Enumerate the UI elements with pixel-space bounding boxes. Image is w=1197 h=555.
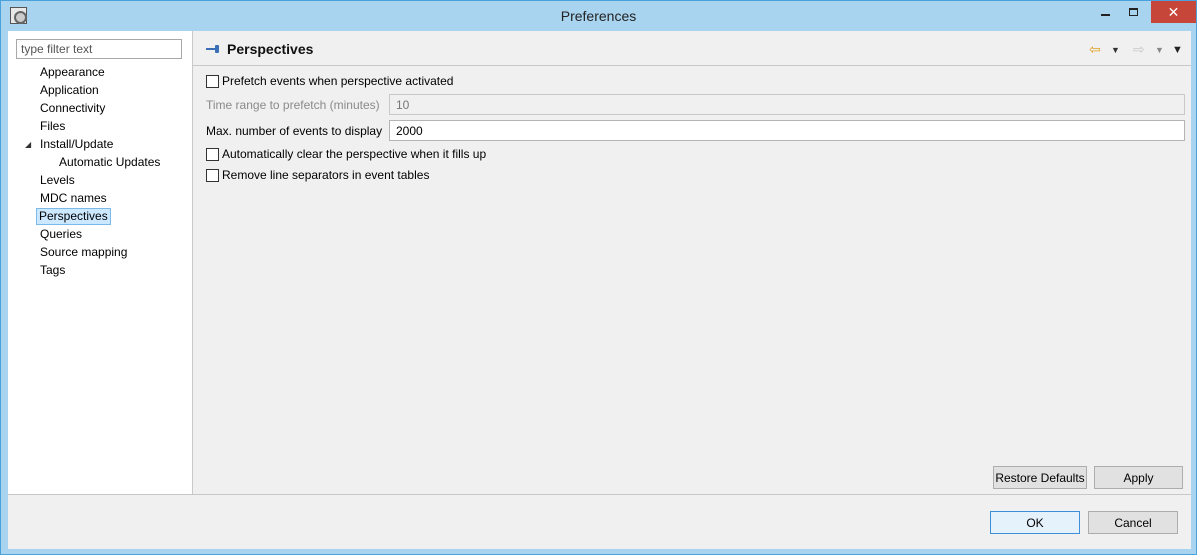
tree-item-install-update[interactable]: Install/Update xyxy=(38,136,115,153)
tree-item-tags[interactable]: Tags xyxy=(38,262,67,279)
title-bar[interactable]: Preferences ✕ xyxy=(1,1,1196,31)
dialog-client-area: Appearance Application Connectivity File… xyxy=(8,31,1191,549)
tree-item-automatic-updates[interactable]: Automatic Updates xyxy=(57,154,162,171)
preference-page: Perspectives ⇦ ▼ ⇨ ▼ ▼ Prefetch events w… xyxy=(193,31,1191,495)
window-title: Preferences xyxy=(560,8,637,24)
tree-item-queries[interactable]: Queries xyxy=(38,226,84,243)
auto-clear-label: Automatically clear the perspective when… xyxy=(222,147,487,161)
ok-button[interactable]: OK xyxy=(990,511,1080,534)
minimize-icon xyxy=(1100,14,1110,16)
page-header: Perspectives ⇦ ▼ ⇨ ▼ ▼ xyxy=(193,31,1191,66)
filter-input[interactable] xyxy=(16,39,182,59)
max-events-label: Max. number of events to display xyxy=(206,124,383,138)
expanded-arrow-icon[interactable]: ◢ xyxy=(25,140,31,149)
prefetch-checkbox-row[interactable]: Prefetch events when perspective activat… xyxy=(206,73,453,89)
back-arrow-icon[interactable]: ⇦ xyxy=(1089,42,1101,56)
auto-clear-checkbox-row[interactable]: Automatically clear the perspective when… xyxy=(206,146,486,162)
remove-separators-checkbox-row[interactable]: Remove line separators in event tables xyxy=(206,167,429,183)
preferences-window: Preferences ✕ Appearance Application Con… xyxy=(0,0,1197,555)
tree-item-application[interactable]: Application xyxy=(38,82,101,99)
perspective-icon xyxy=(206,45,220,53)
time-range-field[interactable] xyxy=(389,94,1185,115)
tree-item-perspectives[interactable]: Perspectives xyxy=(36,208,111,225)
forward-arrow-icon[interactable]: ⇨ xyxy=(1133,42,1145,56)
auto-clear-checkbox[interactable] xyxy=(206,147,219,161)
tree-item-appearance[interactable]: Appearance xyxy=(38,64,107,81)
page-title: Perspectives xyxy=(227,41,314,57)
max-events-field[interactable] xyxy=(389,120,1185,141)
cancel-button[interactable]: Cancel xyxy=(1088,511,1178,534)
prefetch-checkbox[interactable] xyxy=(206,74,219,88)
apply-button[interactable]: Apply xyxy=(1094,466,1183,489)
restore-defaults-button[interactable]: Restore Defaults xyxy=(993,466,1087,489)
remove-separators-label: Remove line separators in event tables xyxy=(222,168,430,182)
view-menu-icon[interactable]: ▼ xyxy=(1172,43,1183,57)
back-dropdown-icon[interactable]: ▼ xyxy=(1111,43,1120,57)
time-range-label: Time range to prefetch (minutes) xyxy=(206,98,380,112)
tree-item-files[interactable]: Files xyxy=(38,118,67,135)
tree-item-connectivity[interactable]: Connectivity xyxy=(38,100,107,117)
preference-tree-pane: Appearance Application Connectivity File… xyxy=(8,31,193,495)
tree-item-source-mapping[interactable]: Source mapping xyxy=(38,244,129,261)
minimize-button[interactable] xyxy=(1091,1,1119,23)
prefetch-label: Prefetch events when perspective activat… xyxy=(222,74,454,88)
maximize-icon xyxy=(1128,8,1138,16)
maximize-button[interactable] xyxy=(1119,1,1147,23)
tree-item-levels[interactable]: Levels xyxy=(38,172,77,189)
forward-dropdown-icon[interactable]: ▼ xyxy=(1155,43,1164,57)
tree-item-mdc-names[interactable]: MDC names xyxy=(38,190,109,207)
close-button[interactable]: ✕ xyxy=(1151,1,1196,23)
close-icon: ✕ xyxy=(1167,3,1180,20)
remove-separators-checkbox[interactable] xyxy=(206,168,219,182)
